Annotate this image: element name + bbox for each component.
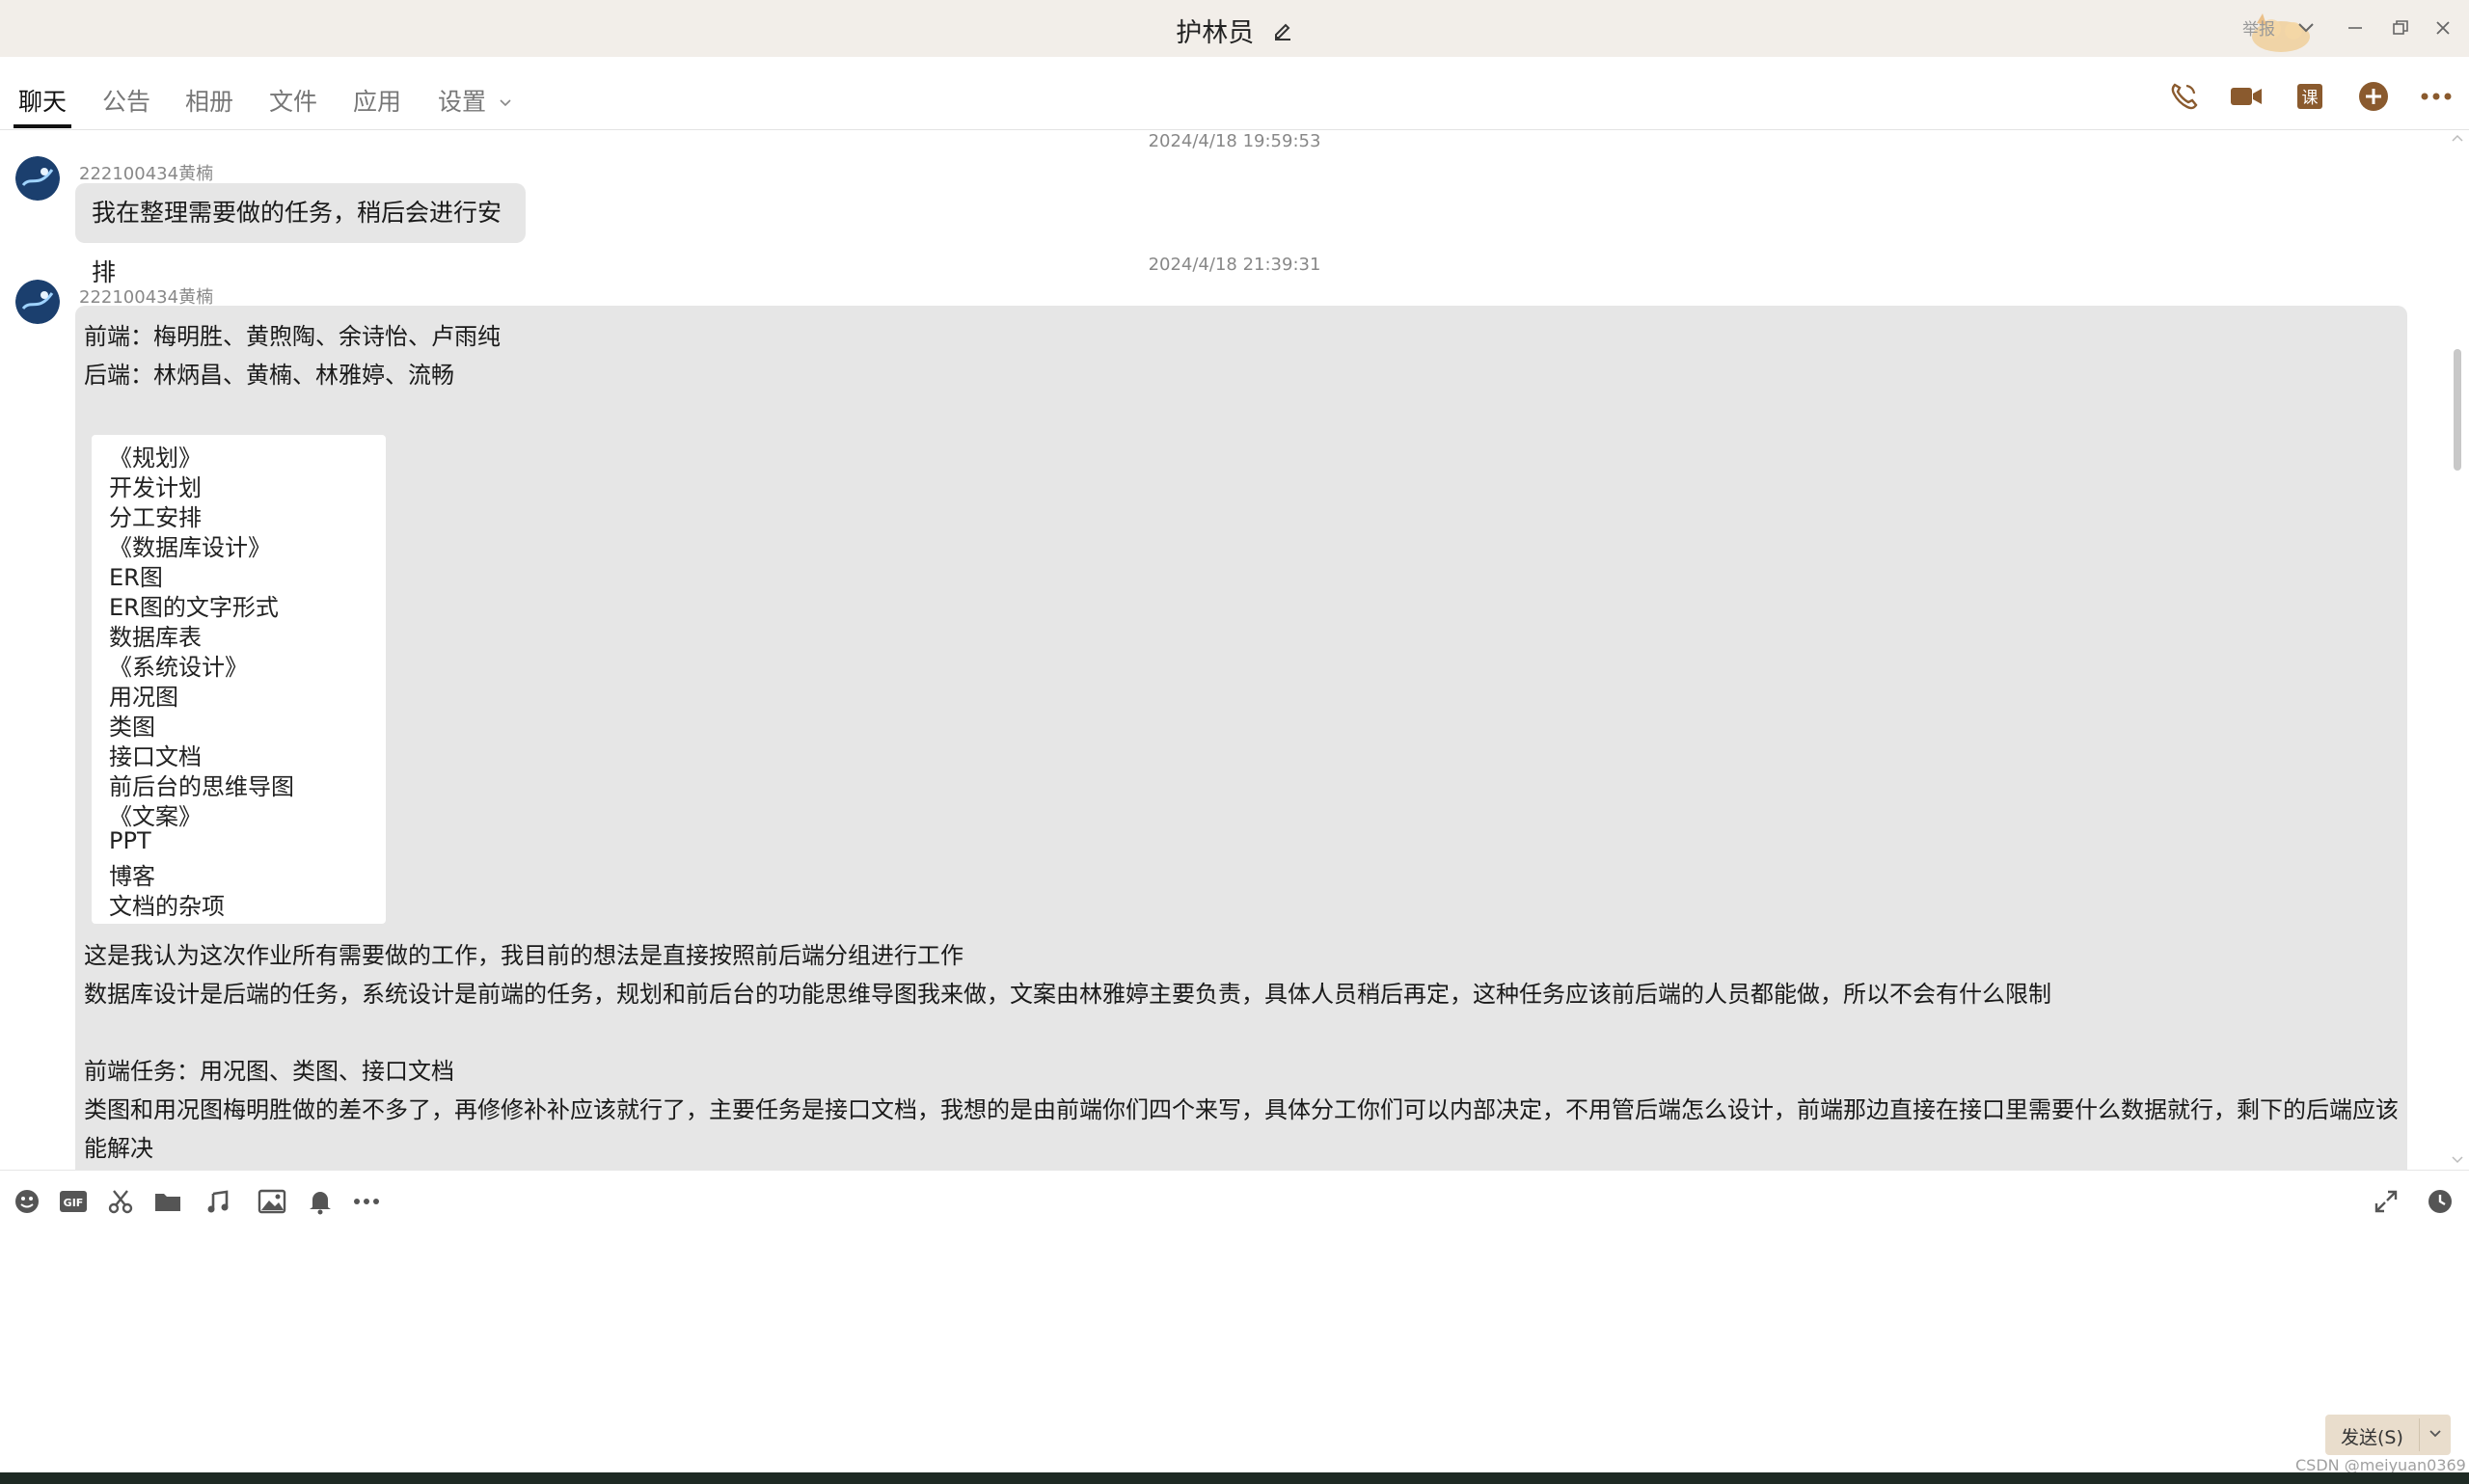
message-line: 类图和用况图梅明胜做的差不多了，再修修补补应该就行了，主要任务是接口文档，我想的…	[84, 1096, 2399, 1123]
scroll-up-arrow-icon[interactable]	[2451, 133, 2464, 143]
avatar[interactable]	[15, 156, 60, 201]
tab-announcement[interactable]: 公告	[102, 83, 150, 118]
doc-item: ER图	[109, 564, 163, 591]
embedded-document-image[interactable]: 《规划》 开发计划 分工安排 《数据库设计》 ER图 ER图的文字形式 数据库表…	[92, 435, 386, 924]
doc-item: 开发计划	[109, 474, 202, 501]
active-tab-indicator	[14, 124, 71, 128]
input-toolbar: GIF	[0, 1170, 2469, 1231]
image-icon[interactable]	[257, 1186, 287, 1217]
tab-settings-label: 设置	[438, 88, 487, 116]
cropped-text-fragment	[109, 429, 254, 437]
restore-button[interactable]	[2384, 13, 2417, 42]
sender-name: 222100434黄楠	[79, 164, 214, 184]
doc-item: 《数据库设计》	[109, 534, 271, 561]
message-bubble[interactable]: 我在整理需要做的任务，稍后会进行安排	[75, 183, 526, 286]
more-icon[interactable]	[351, 1186, 382, 1217]
doc-item: PPT	[109, 827, 151, 854]
lesson-icon[interactable]: 课	[2291, 77, 2329, 116]
doc-item: 《系统设计》	[109, 654, 248, 681]
message-line: 前端任务：用况图、类图、接口文档	[84, 1058, 454, 1085]
gif-icon[interactable]: GIF	[58, 1186, 89, 1217]
scroll-down-arrow-icon[interactable]	[2451, 1155, 2464, 1165]
edit-pencil-icon[interactable]	[1272, 19, 1293, 49]
history-icon[interactable]	[2425, 1186, 2455, 1217]
avatar[interactable]	[15, 280, 60, 324]
send-button[interactable]: 发送(S)	[2325, 1415, 2451, 1455]
chat-name: 护林员	[1176, 18, 1255, 48]
doc-item: 《规划》	[109, 445, 202, 472]
phone-icon[interactable]	[2164, 77, 2203, 116]
doc-item: 用况图	[109, 684, 178, 711]
scissors-icon[interactable]	[105, 1186, 136, 1217]
music-icon[interactable]	[203, 1186, 234, 1217]
window-title[interactable]: 护林员	[0, 12, 2469, 49]
message-timestamp: 2024/4/18 19:59:53	[1148, 131, 1321, 151]
minimize-button[interactable]	[2339, 13, 2372, 42]
title-bar: 护林员 举报	[0, 0, 2469, 57]
doc-item: 《文案》	[109, 803, 202, 830]
video-icon[interactable]	[2227, 77, 2266, 116]
expand-icon[interactable]	[2371, 1186, 2401, 1217]
chevron-down-icon[interactable]	[2295, 17, 2317, 39]
send-button-label: 发送(S)	[2341, 1427, 2403, 1448]
message-line: 前端：梅明胜、黄煦陶、余诗怡、卢雨纯	[84, 323, 501, 350]
add-icon[interactable]	[2354, 77, 2393, 116]
svg-text:GIF: GIF	[64, 1197, 84, 1209]
scrollbar-thumb[interactable]	[2454, 349, 2461, 471]
collapse-label[interactable]: 举报	[2242, 15, 2275, 40]
send-divider	[2419, 1418, 2420, 1451]
tab-files[interactable]: 文件	[269, 83, 317, 118]
tab-settings[interactable]: 设置	[438, 83, 513, 118]
emoji-icon[interactable]	[12, 1186, 42, 1217]
tab-apps[interactable]: 应用	[353, 83, 401, 118]
close-button[interactable]	[2427, 13, 2459, 42]
doc-item: 类图	[109, 714, 155, 741]
tab-bar: 聊天 公告 相册 文件 应用 设置 课	[0, 57, 2469, 130]
folder-icon[interactable]	[152, 1186, 183, 1217]
doc-item: 前后台的思维导图	[109, 773, 294, 800]
doc-item: 分工安排	[109, 504, 202, 531]
more-icon[interactable]	[2417, 77, 2455, 116]
message-line: 数据库设计是后端的任务，系统设计是前端的任务，规划和前后台的功能思维导图我来做，…	[84, 981, 2051, 1008]
tab-album[interactable]: 相册	[185, 83, 233, 118]
taskbar-strip	[0, 1472, 2469, 1484]
chevron-down-icon[interactable]	[2426, 1424, 2445, 1444]
message-line: 后端：林炳昌、黄楠、林雅婷、流畅	[84, 362, 454, 389]
chevron-down-icon	[500, 99, 511, 107]
message-line: 能解决	[84, 1135, 153, 1162]
doc-item: 博客	[109, 863, 155, 890]
doc-item: ER图的文字形式	[109, 594, 279, 621]
message-list[interactable]: 2024/4/18 19:59:53 222100434黄楠 我在整理需要做的任…	[0, 131, 2469, 1170]
message-line: 这是我认为这次作业所有需要做的工作，我目前的想法是直接按照前后端分组进行工作	[84, 942, 963, 969]
doc-item: 文档的杂项	[109, 893, 225, 920]
message-bubble[interactable]: 前端：梅明胜、黄煦陶、余诗怡、卢雨纯 后端：林炳昌、黄楠、林雅婷、流畅 《规划》…	[75, 306, 2407, 1170]
message-input[interactable]	[0, 1231, 2469, 1472]
svg-text:课: 课	[2302, 89, 2319, 108]
message-timestamp: 2024/4/18 21:39:31	[1148, 255, 1321, 275]
tab-chat[interactable]: 聊天	[18, 83, 67, 118]
doc-item: 数据库表	[109, 624, 202, 651]
bell-icon[interactable]	[305, 1186, 336, 1217]
doc-item: 接口文档	[109, 743, 202, 770]
